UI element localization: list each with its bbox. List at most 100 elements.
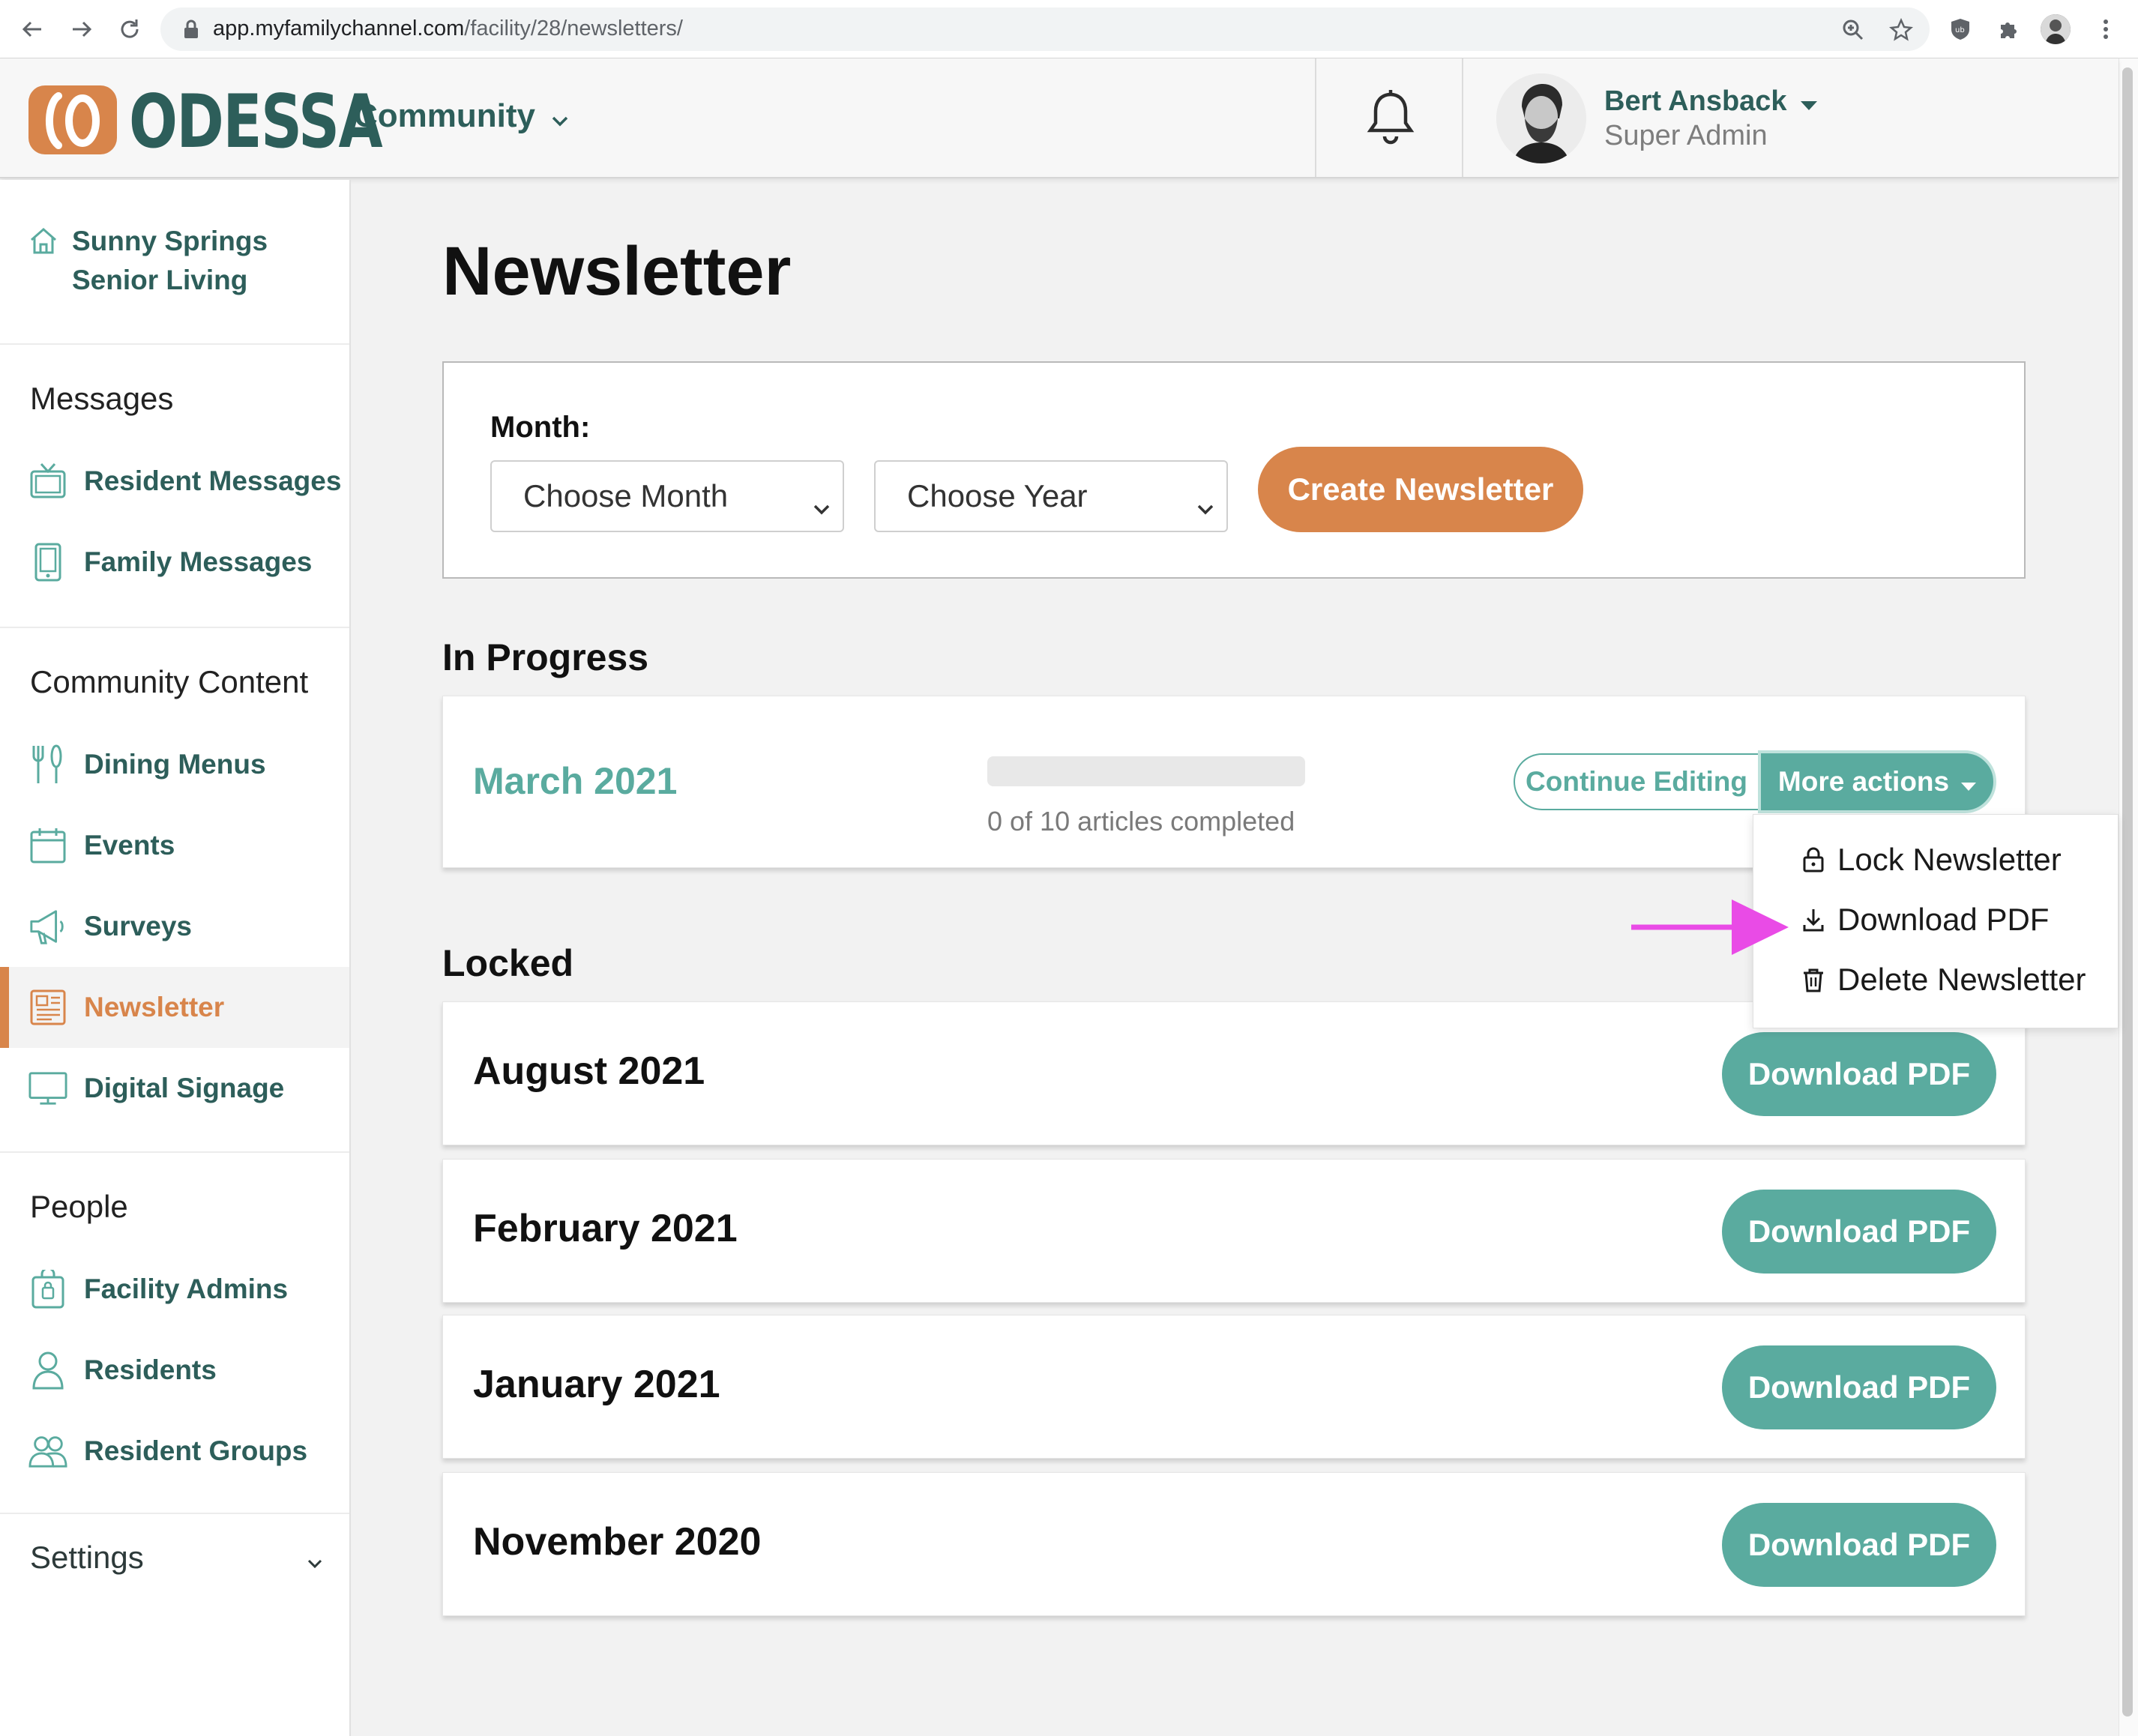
create-newsletter-panel: Month: Choose Month Choose Year Create N…: [442, 361, 2026, 579]
download-pdf-button[interactable]: Download PDF: [1722, 1190, 1996, 1274]
odessa-logo-icon[interactable]: [28, 85, 117, 158]
sidebar-heading-messages: Messages: [30, 381, 174, 416]
sidebar-item-label: Facility Admins: [84, 1274, 289, 1304]
sidebar-item-dining-menus[interactable]: Dining Menus: [0, 724, 349, 805]
more-actions-menu: Lock Newsletter Download PDF Delete News…: [1753, 814, 2119, 1028]
calendar-icon: [28, 826, 67, 865]
user-menu[interactable]: Bert Ansback: [1604, 85, 1817, 118]
group-icon: [28, 1432, 67, 1471]
settings-label: Settings: [30, 1540, 144, 1575]
back-icon[interactable]: [16, 13, 48, 45]
home-icon: [28, 226, 58, 300]
sidebar-item-residents[interactable]: Residents: [0, 1330, 349, 1411]
menu-item-download-pdf[interactable]: Download PDF: [1800, 902, 2049, 938]
user-name: Bert Ansback: [1604, 85, 1787, 117]
trash-icon: [1800, 966, 1827, 993]
sidebar-item-events[interactable]: Events: [0, 805, 349, 886]
sidebar-item-digital-signage[interactable]: Digital Signage: [0, 1048, 349, 1129]
sidebar-item-label: Residents: [84, 1354, 217, 1385]
sidebar-item-label: Resident Messages: [84, 465, 342, 496]
facility-link[interactable]: Sunny Springs Senior Living: [28, 222, 343, 300]
newspaper-icon: [28, 988, 67, 1027]
svg-text:ub: ub: [1955, 26, 1965, 34]
person-icon: [28, 1351, 67, 1390]
app-header: ODESSA Community Bert Ansback Super Admi…: [0, 58, 2119, 178]
menu-item-lock-newsletter[interactable]: Lock Newsletter: [1800, 842, 2062, 878]
odessa-logo-text[interactable]: ODESSA: [129, 79, 383, 165]
user-avatar[interactable]: [1496, 73, 1586, 163]
settings-toggle[interactable]: Settings: [30, 1540, 322, 1576]
download-pdf-button[interactable]: Download PDF: [1722, 1503, 1996, 1587]
sidebar-divider: [0, 1513, 349, 1514]
lock-icon: [1800, 846, 1827, 873]
download-pdf-button[interactable]: Download PDF: [1722, 1032, 1996, 1116]
sidebar-divider: [0, 1151, 349, 1153]
zoom-icon[interactable]: [1838, 15, 1868, 45]
sidebar-divider: [0, 343, 349, 345]
notification-bell-icon[interactable]: [1366, 90, 1415, 149]
sidebar-divider: [0, 627, 349, 628]
download-icon: [1800, 906, 1827, 933]
month-select-value: Choose Month: [523, 478, 729, 513]
sidebar-item-newsletter[interactable]: Newsletter: [0, 967, 349, 1048]
puzzle-extension-icon[interactable]: [1993, 13, 2024, 45]
sidebar-item-label: Events: [84, 830, 175, 861]
month-label: Month:: [490, 411, 591, 444]
sidebar-item-label: Surveys: [84, 911, 192, 941]
scrollbar-thumb[interactable]: [2122, 67, 2133, 1717]
header-divider: [1462, 58, 1463, 177]
sidebar-item-family-messages[interactable]: Family Messages: [0, 522, 349, 603]
monitor-icon: [28, 1069, 67, 1108]
year-select-value: Choose Year: [907, 478, 1088, 513]
create-newsletter-button[interactable]: Create Newsletter: [1258, 447, 1583, 532]
tablet-icon: [28, 543, 67, 582]
chevron-down-icon: [552, 97, 568, 135]
menu-item-label: Download PDF: [1837, 902, 2050, 937]
menu-item-label: Delete Newsletter: [1837, 962, 2086, 997]
community-dropdown[interactable]: Community: [354, 97, 568, 135]
newsletter-title: February 2021: [473, 1207, 738, 1250]
menu-item-delete-newsletter[interactable]: Delete Newsletter: [1800, 962, 2086, 998]
newsletter-title: August 2021: [473, 1049, 705, 1093]
sidebar-item-surveys[interactable]: Surveys: [0, 886, 349, 967]
newsletter-title: November 2020: [473, 1520, 762, 1564]
chevron-down-icon: [813, 487, 831, 523]
more-actions-label: More actions: [1777, 766, 1950, 797]
profile-avatar[interactable]: [2041, 14, 2071, 44]
sidebar-item-facility-admins[interactable]: Facility Admins: [0, 1249, 349, 1330]
lock-badge-icon: [28, 1270, 67, 1309]
utensils-icon: [28, 744, 67, 784]
in-progress-heading: In Progress: [442, 636, 649, 678]
browser-toolbar: app.myfamilychannel.com/facility/28/news…: [0, 0, 2138, 58]
lock-icon: [183, 19, 199, 43]
menu-item-label: Lock Newsletter: [1837, 842, 2062, 877]
address-bar[interactable]: app.myfamilychannel.com/facility/28/news…: [160, 7, 1930, 51]
sidebar-item-label: Family Messages: [84, 546, 313, 577]
more-actions-button[interactable]: More actions: [1758, 750, 1996, 813]
sidebar-heading-community-content: Community Content: [30, 664, 309, 699]
locked-newsletter-card: February 2021 Download PDF: [442, 1159, 2026, 1303]
locked-heading: Locked: [442, 942, 574, 984]
sidebar-item-label: Newsletter: [84, 992, 225, 1022]
sidebar-item-resident-groups[interactable]: Resident Groups: [0, 1411, 349, 1492]
newsletter-title[interactable]: March 2021: [473, 759, 677, 803]
month-select[interactable]: Choose Month: [490, 460, 844, 532]
shield-extension-icon[interactable]: ub: [1945, 13, 1976, 45]
forward-icon[interactable]: [66, 13, 97, 45]
year-select[interactable]: Choose Year: [874, 460, 1228, 532]
locked-newsletter-card: January 2021 Download PDF: [442, 1315, 2026, 1459]
bookmark-star-icon[interactable]: [1886, 15, 1916, 45]
kebab-menu-icon[interactable]: [2090, 13, 2122, 45]
download-pdf-button[interactable]: Download PDF: [1722, 1345, 1996, 1429]
reload-icon[interactable]: [114, 13, 145, 45]
sidebar-item-label: Resident Groups: [84, 1435, 308, 1466]
sidebar-item-resident-messages[interactable]: Resident Messages: [0, 441, 349, 522]
community-label: Community: [354, 97, 535, 134]
continue-editing-button[interactable]: Continue Editing: [1514, 753, 1758, 810]
caret-down-icon: [1961, 766, 1977, 798]
progress-bar: [987, 756, 1305, 786]
facility-name: Sunny Springs Senior Living: [72, 226, 268, 295]
caret-down-icon: [1800, 85, 1817, 118]
chevron-down-icon: [1196, 487, 1214, 523]
megaphone-icon: [28, 907, 67, 946]
